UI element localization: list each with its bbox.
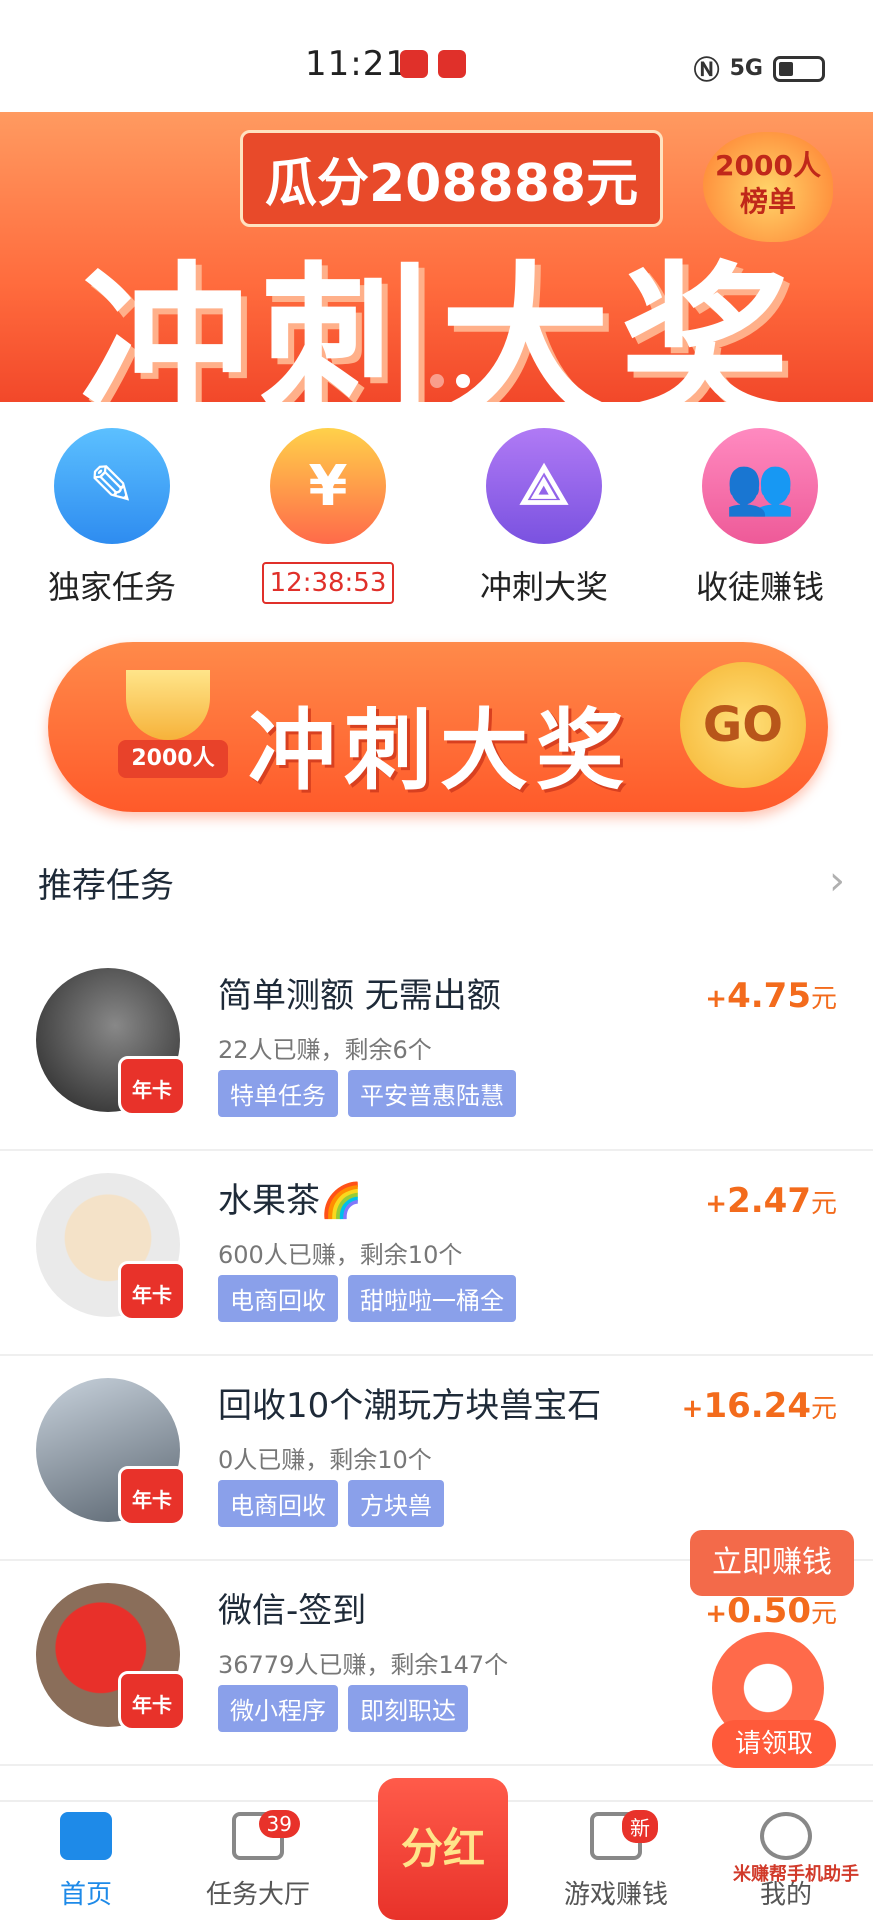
task-title: 简单测额 无需出额 (218, 976, 501, 1016)
user-icon (760, 1812, 812, 1860)
quick-item-timer[interactable]: ¥ 12:38:53 (228, 420, 428, 604)
trophy-icon: 2000人 (108, 662, 228, 782)
task-tag: 特单任务 (218, 1070, 338, 1117)
users-icon: 👥 (702, 428, 818, 544)
task-tag: 微小程序 (218, 1685, 338, 1732)
tab-label: 任务大厅 (205, 1880, 310, 1910)
task-reward-value: 2.47 (727, 1181, 811, 1221)
task-tag: 方块兽 (348, 1480, 444, 1527)
edit-icon: ✎ (54, 428, 170, 544)
tab-dividend-label: 分红 (400, 1824, 485, 1873)
countdown-timer: 12:38:53 (261, 562, 395, 604)
task-reward-unit: 元 (810, 1394, 837, 1424)
quick-item-sprint-prize[interactable]: ⟁ 冲刺大奖 (444, 420, 644, 608)
tab-label: 游戏赚钱 (563, 1880, 668, 1910)
task-reward: +16.24元 (681, 1386, 837, 1426)
task-count-badge: 39 (258, 1810, 300, 1838)
banner-headline: 冲刺大奖 (80, 247, 801, 402)
banner-pager (430, 374, 470, 388)
task-tags: 电商回收 方块兽 (218, 1480, 444, 1527)
annual-card-badge: 年卡 (118, 1671, 186, 1731)
battery-icon (773, 55, 825, 82)
task-reward: +2.47元 (705, 1181, 837, 1221)
task-tags: 电商回收 甜啦啦一桶全 (218, 1275, 516, 1322)
nfc-icon: Ⓝ (693, 56, 720, 86)
pager-dot (430, 374, 444, 388)
task-title: 回收10个潮玩方块兽宝石 (218, 1386, 602, 1426)
task-reward-unit: 元 (810, 1189, 837, 1219)
notification-icon (400, 50, 428, 78)
task-tags: 特单任务 平安普惠陆慧 (218, 1070, 516, 1117)
task-tag: 电商回收 (218, 1480, 338, 1527)
go-button[interactable]: GO (680, 662, 806, 788)
task-reward-value: 4.75 (727, 976, 811, 1016)
task-reward: +4.75元 (705, 976, 837, 1016)
status-time: 11:21 (305, 44, 408, 84)
task-reward-unit: 元 (810, 1599, 837, 1629)
quick-item-label: 收徒赚钱 (695, 568, 824, 606)
home-icon (60, 1812, 112, 1860)
task-reward-value: 16.24 (703, 1386, 811, 1426)
quick-entries: ✎ 独家任务 ¥ 12:38:53 ⟁ 冲刺大奖 👥 收徒赚钱 (0, 420, 873, 610)
leaderboard-flame-badge: 2000人 榜单 (703, 132, 833, 242)
annual-card-badge: 年卡 (118, 1466, 186, 1526)
earn-now-button[interactable]: 立即赚钱 (690, 1530, 854, 1596)
watermark: 米赚帮手机助手 (733, 1864, 859, 1885)
pager-dot-active (456, 374, 470, 388)
tab-home[interactable]: 首页 (6, 1812, 166, 1911)
cta-label: 冲刺大奖 (248, 699, 633, 802)
trophy-cup (126, 670, 210, 740)
tab-label: 首页 (59, 1880, 112, 1910)
tab-task-hall[interactable]: 39 任务大厅 (178, 1810, 338, 1911)
quick-item-label: 冲刺大奖 (479, 568, 608, 606)
tab-dividend[interactable]: 分红 (378, 1778, 508, 1920)
task-reward-value: 0.50 (727, 1591, 811, 1631)
hierarchy-icon: ⟁ (486, 428, 602, 544)
task-row[interactable]: 年卡 水果茶🌈 600人已赚，剩余10个 电商回收 甜啦啦一桶全 +2.47元 (0, 1149, 873, 1356)
status-bar: 11:21 Ⓝ 5G (0, 0, 873, 112)
quick-item-exclusive-tasks[interactable]: ✎ 独家任务 (12, 420, 212, 608)
tab-game-earn[interactable]: 新 游戏赚钱 (536, 1810, 696, 1911)
task-title: 水果茶🌈 (218, 1181, 363, 1221)
chevron-right-icon[interactable]: › (829, 858, 845, 904)
task-meta: 600人已赚，剩余10个 (218, 1241, 463, 1269)
promo-banner[interactable]: 瓜分208888元 冲刺大奖 2000人 榜单 (0, 112, 873, 402)
task-tag: 甜啦啦一桶全 (348, 1275, 516, 1322)
quick-item-label: 独家任务 (47, 568, 176, 606)
trophy-base-label: 2000人 (118, 740, 228, 778)
notification-icon (438, 50, 466, 78)
status-right: Ⓝ 5G (694, 50, 825, 87)
task-meta: 22人已赚，剩余6个 (218, 1036, 432, 1064)
task-reward-unit: 元 (810, 984, 837, 1014)
annual-card-badge: 年卡 (118, 1056, 186, 1116)
section-title: 推荐任务 (38, 866, 174, 906)
claim-button[interactable]: 请领取 (712, 1720, 836, 1768)
task-meta: 36779人已赚，剩余147个 (218, 1651, 509, 1679)
sprint-prize-cta[interactable]: 2000人 冲刺大奖 GO (48, 642, 828, 812)
task-tag: 即刻职达 (348, 1685, 468, 1732)
task-row[interactable]: 年卡 简单测额 无需出额 22人已赚，剩余6个 特单任务 平安普惠陆慧 +4.7… (0, 944, 873, 1151)
annual-card-badge: 年卡 (118, 1261, 186, 1321)
quick-item-recruit[interactable]: 👥 收徒赚钱 (660, 420, 860, 608)
task-tags: 微小程序 即刻职达 (218, 1685, 468, 1732)
task-tag: 电商回收 (218, 1275, 338, 1322)
yuan-icon: ¥ (270, 428, 386, 544)
new-badge: 新 (622, 1810, 658, 1843)
task-title: 微信-签到 (218, 1591, 367, 1631)
task-reward: +0.50元 (705, 1591, 837, 1631)
task-meta: 0人已赚，剩余10个 (218, 1446, 432, 1474)
signal-icon: 5G (729, 56, 763, 81)
task-tag: 平安普惠陆慧 (348, 1070, 516, 1117)
